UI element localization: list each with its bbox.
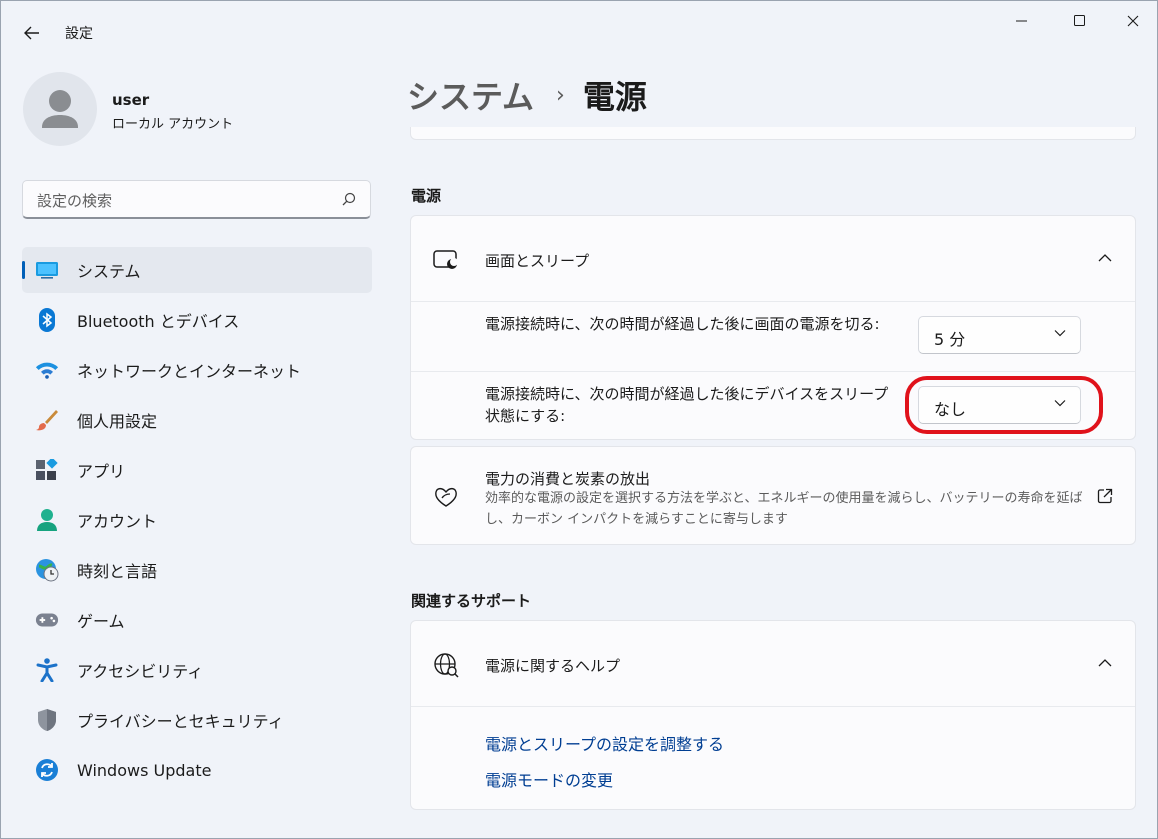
energy-title: 電力の消費と炭素の放出 [485,470,651,488]
screen-sleep-icon [433,247,459,273]
search-box[interactable] [22,180,371,220]
minimize-icon [1016,20,1027,22]
chevron-down-icon [1054,400,1066,407]
sidebar-item-personalization[interactable]: 個人用設定 [22,397,372,443]
sidebar-item-label: 時刻と言語 [77,562,158,581]
sidebar-item-label: アカウント [77,512,158,531]
help-link-power-mode[interactable]: 電源モードの変更 [485,767,613,791]
screen-off-row: 電源接続時に、次の時間が経過した後に画面の電源を切る: 5 分 [411,302,1135,370]
maximize-button[interactable] [1051,1,1109,41]
screen-sleep-title: 画面とスリープ [485,252,590,270]
sleep-dropdown[interactable]: なし [918,386,1081,424]
accessibility-icon [35,658,59,682]
screen-off-value: 5 分 [934,330,966,349]
sleep-row: 電源接続時に、次の時間が経過した後にデバイスをスリープ状態にする: なし [411,372,1135,440]
sidebar-item-label: アプリ [77,462,126,481]
user-silhouette-icon [42,90,78,128]
page-title: 電源 [582,78,647,116]
sidebar-item-accounts[interactable]: アカウント [22,497,372,543]
back-arrow-icon [24,26,39,40]
sidebar-item-accessibility[interactable]: アクセシビリティ [22,647,372,693]
minimize-button[interactable] [993,1,1051,41]
sidebar-item-gaming[interactable]: ゲーム [22,597,372,643]
wifi-icon [35,358,59,382]
gamepad-icon [35,608,59,632]
sidebar-item-system[interactable]: システム [22,247,372,293]
system-display-icon [35,258,59,282]
paintbrush-icon [35,408,59,432]
leaf-heart-icon [433,484,459,510]
avatar[interactable] [23,72,97,146]
sidebar-item-label: アクセシビリティ [77,662,204,681]
sidebar-item-label: Bluetooth とデバイス [77,312,240,331]
chevron-up-icon[interactable] [1097,250,1113,266]
apps-icon [35,458,59,482]
app-title: 設定 [65,26,93,42]
settings-window: 設定 user ローカル アカウント システム [0,0,1158,839]
divider [411,706,1135,707]
globe-search-icon [433,652,459,678]
sidebar-item-network[interactable]: ネットワークとインターネット [22,347,372,393]
breadcrumb: システム › 電源 [407,73,647,117]
sidebar-item-label: 個人用設定 [77,412,158,431]
sidebar-item-time-language[interactable]: 時刻と言語 [22,547,372,593]
energy-card[interactable]: 電力の消費と炭素の放出 効率的な電源の設定を選択する方法を学ぶと、エネルギーの使… [410,446,1136,545]
chevron-down-icon [1054,330,1066,337]
sidebar-item-label: ゲーム [77,612,125,631]
external-link-icon[interactable] [1097,488,1113,504]
close-icon [1127,15,1139,27]
previous-card-edge [410,127,1136,140]
search-input[interactable] [35,181,339,220]
sidebar-item-label: Windows Update [77,760,212,780]
user-name: user [112,91,150,109]
screen-sleep-header[interactable]: 画面とスリープ [411,216,1135,301]
sleep-label: 電源接続時に、次の時間が経過した後にデバイスをスリープ状態にする: [485,385,889,425]
breadcrumb-separator: › [556,82,565,108]
bluetooth-icon [35,308,59,332]
sidebar-item-label: ネットワークとインターネット [77,362,302,381]
help-header[interactable]: 電源に関するヘルプ [411,621,1135,706]
sidebar-item-label: システム [77,262,141,281]
section-title-support: 関連するサポート [411,592,532,610]
back-button[interactable] [19,20,45,46]
title-bar: 設定 [1,1,1157,63]
screen-sleep-card: 画面とスリープ 電源接続時に、次の時間が経過した後に画面の電源を切る: 5 分 … [410,215,1136,440]
sidebar-item-label: プライバシーとセキュリティ [77,712,284,731]
breadcrumb-parent[interactable]: システム [407,72,534,118]
shield-icon [35,708,59,732]
help-link-power-sleep[interactable]: 電源とスリープの設定を調整する [485,731,724,755]
search-icon[interactable] [342,192,356,206]
sidebar-item-bluetooth[interactable]: Bluetooth とデバイス [22,297,372,343]
sidebar-nav: システム Bluetooth とデバイス ネットワークとインターネット 個人用設… [22,247,372,797]
maximize-icon [1074,15,1085,26]
energy-description: 効率的な電源の設定を選択する方法を学ぶと、エネルギーの使用量を減らし、バッテリー… [485,491,1083,527]
sidebar-item-privacy[interactable]: プライバシーとセキュリティ [22,697,372,743]
section-title-power: 電源 [411,187,442,205]
screen-off-dropdown[interactable]: 5 分 [918,316,1081,354]
sleep-value: なし [934,400,967,419]
account-icon [35,508,59,532]
close-button[interactable] [1107,1,1158,41]
screen-off-label: 電源接続時に、次の時間が経過した後に画面の電源を切る: [485,315,880,333]
account-type: ローカル アカウント [112,117,234,132]
windows-update-icon [35,758,59,782]
chevron-up-icon[interactable] [1097,655,1113,671]
sidebar-item-apps[interactable]: アプリ [22,447,372,493]
help-card: 電源に関するヘルプ 電源とスリープの設定を調整する 電源モードの変更 [410,620,1136,810]
sidebar-item-windows-update[interactable]: Windows Update [22,747,372,793]
time-language-icon [35,558,59,582]
help-title: 電源に関するヘルプ [485,657,621,675]
